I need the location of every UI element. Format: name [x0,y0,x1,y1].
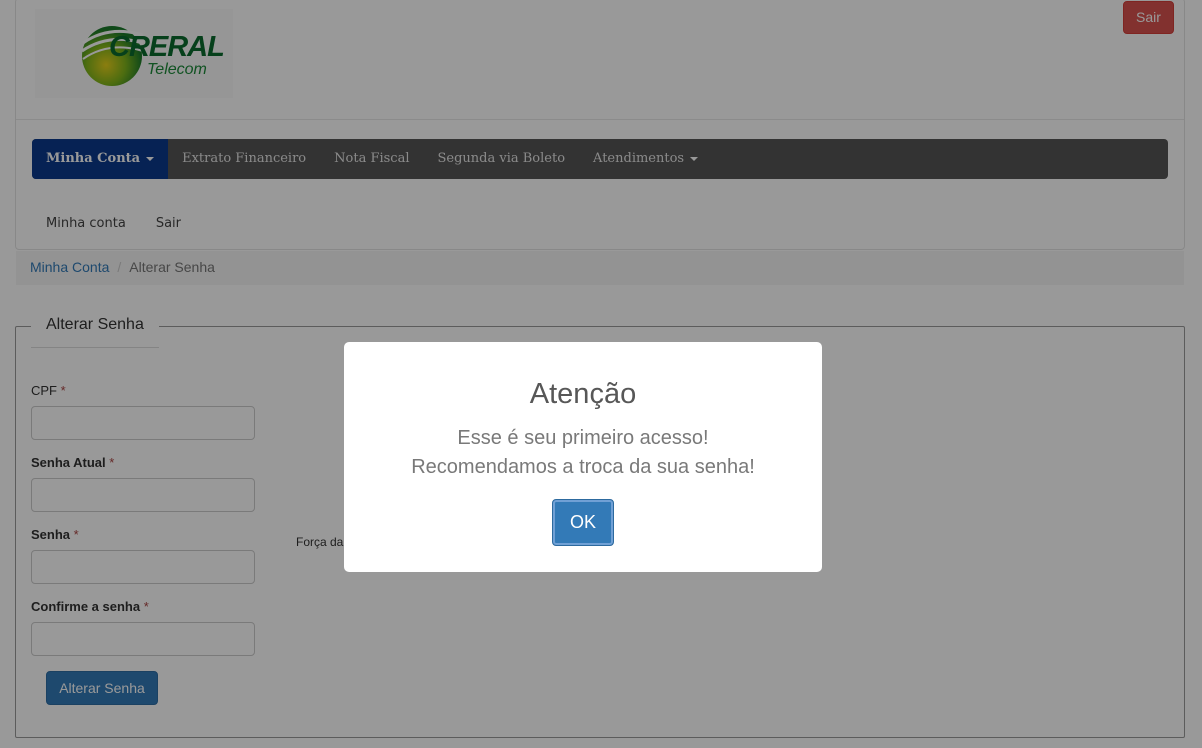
modal-title: Atenção [529,378,637,410]
modal-message-line1: Esse é seu primeiro acesso! [457,427,709,449]
modal-message-line2: Recomendamos a troca da sua senha! [411,456,755,478]
alert-modal: Atenção Esse é seu primeiro acesso! Reco… [344,342,822,572]
ok-button[interactable]: OK [552,499,614,546]
